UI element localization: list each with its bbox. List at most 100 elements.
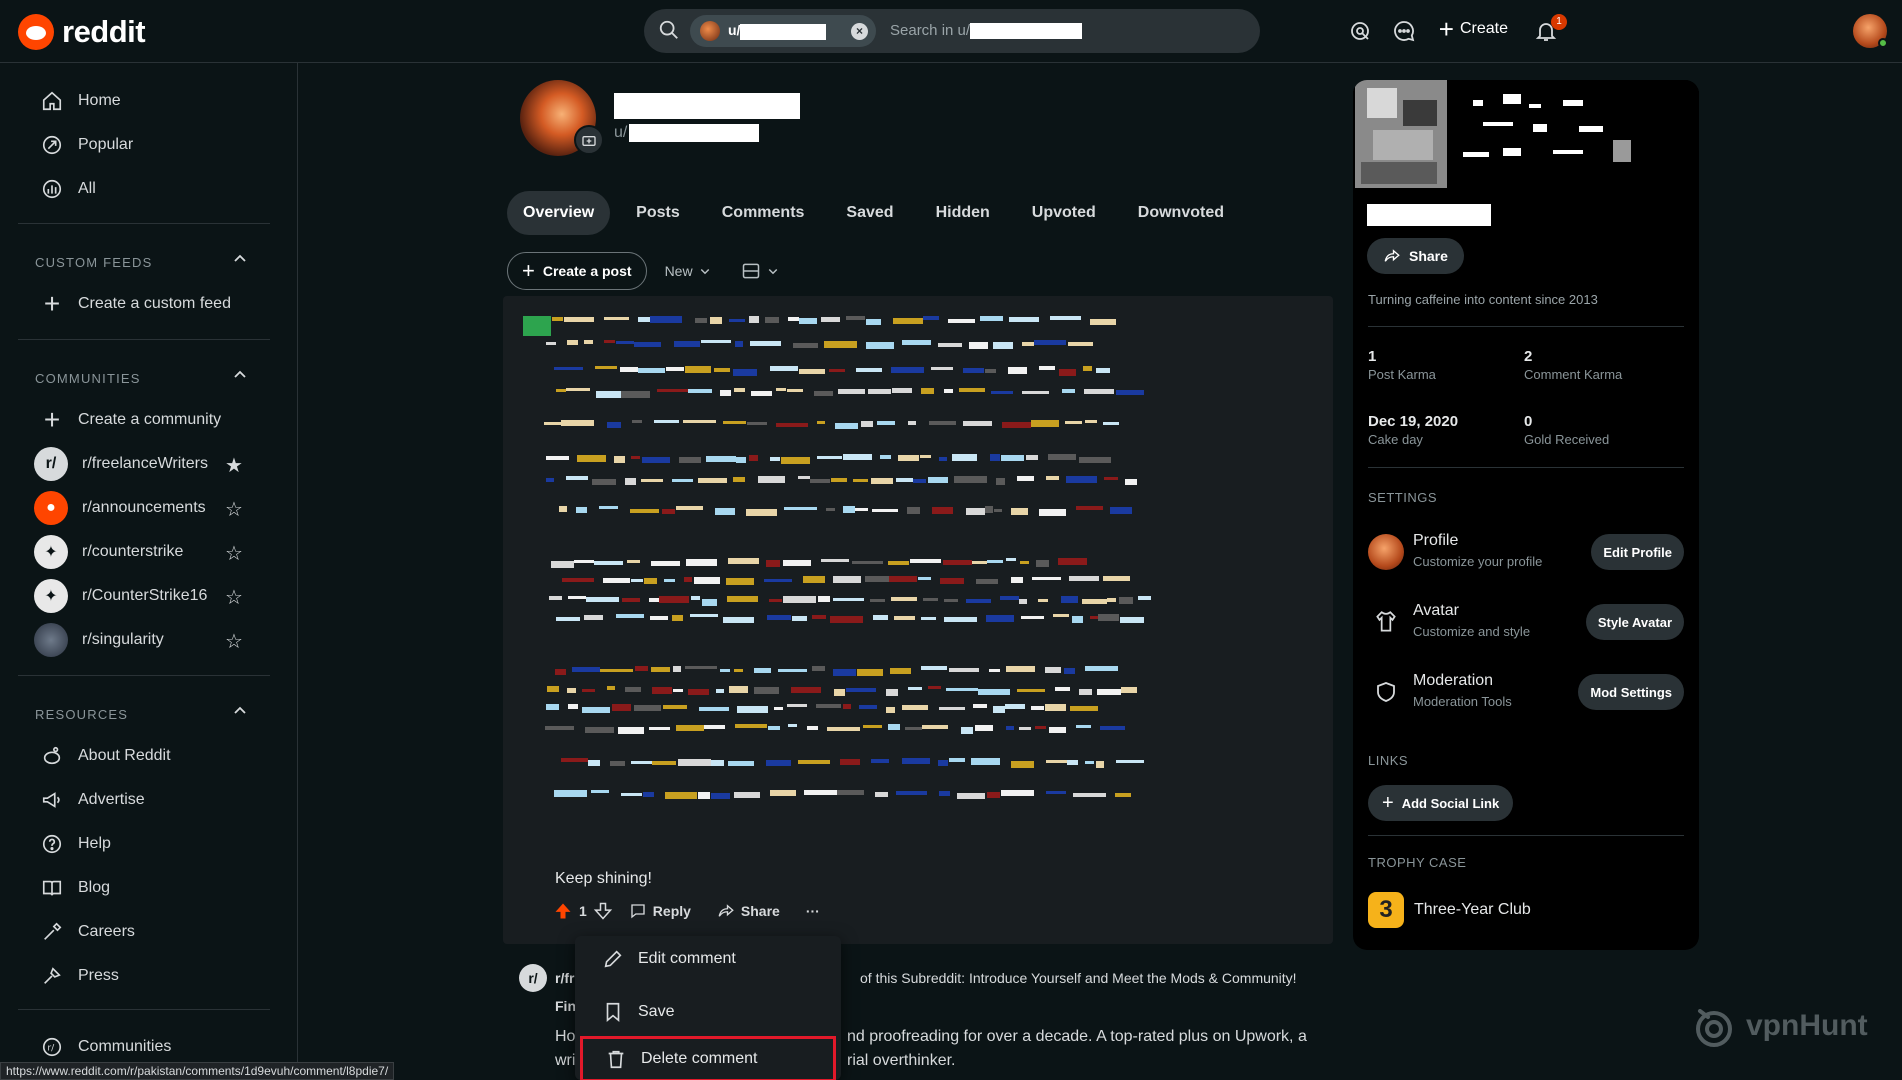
mod-settings-button[interactable]: Mod Settings [1578, 674, 1684, 710]
nav-popular[interactable]: Popular [40, 127, 270, 163]
nav-all[interactable]: All [40, 171, 270, 207]
redaction-stroke [1103, 422, 1119, 425]
upvote-filled-icon[interactable] [553, 901, 573, 921]
reddit-logo[interactable]: reddit [18, 14, 146, 50]
popular-icon [40, 133, 64, 157]
redaction-stroke [1125, 479, 1137, 485]
redaction-stroke [651, 667, 670, 672]
add-social-link-button[interactable]: + Add Social Link [1368, 785, 1514, 821]
trophy-item[interactable]: 3 Three-Year Club [1368, 892, 1531, 928]
resource-blog[interactable]: Blog [40, 870, 270, 906]
resource-careers[interactable]: Careers [40, 914, 270, 950]
create-community[interactable]: + Create a community [40, 402, 270, 438]
redaction-stroke [546, 478, 554, 482]
tab-upvoted[interactable]: Upvoted [1016, 191, 1112, 235]
redaction-stroke [631, 579, 643, 582]
chevron-up-icon[interactable] [232, 703, 248, 719]
advertise-icon [40, 788, 64, 812]
divider [1368, 467, 1684, 468]
tab-posts[interactable]: Posts [620, 191, 696, 235]
clear-scope-icon[interactable]: × [851, 23, 868, 40]
redaction-stroke [1120, 617, 1144, 623]
more-options-button[interactable]: ··· [796, 899, 830, 923]
redaction-stroke [1026, 455, 1038, 460]
redaction-stroke [770, 366, 798, 371]
redaction-stroke [679, 457, 701, 463]
advertise-icon[interactable] [1346, 17, 1374, 45]
user-avatar[interactable] [1853, 14, 1888, 48]
create-post-button[interactable]: + Create a post [507, 252, 647, 290]
communities-link[interactable]: r/ Communities [40, 1029, 270, 1065]
redaction-stroke [769, 599, 782, 602]
chat-icon[interactable] [1390, 17, 1418, 45]
post-subreddit[interactable]: r/fr [555, 970, 574, 986]
redaction-stroke [990, 454, 1000, 461]
profile-sidebar: Share Turning caffeine into content sinc… [1353, 80, 1699, 950]
redaction-stroke [972, 561, 987, 564]
svg-text:r/: r/ [47, 1043, 55, 1054]
sort-dropdown[interactable]: New [665, 263, 711, 279]
share-profile-button[interactable]: Share [1367, 238, 1464, 274]
redaction-stroke [676, 506, 703, 510]
redaction-stroke [852, 561, 883, 564]
star-filled-icon[interactable]: ★ [225, 453, 243, 478]
redaction-stroke [939, 791, 950, 796]
resource-advertise[interactable]: Advertise [40, 782, 270, 818]
redaction-stroke [1061, 596, 1078, 603]
redaction-stroke [1031, 706, 1044, 710]
share-button[interactable]: Share [707, 898, 790, 924]
redaction-stroke [729, 319, 745, 322]
chevron-up-icon[interactable] [232, 367, 248, 383]
redaction-stroke [991, 391, 1013, 394]
search-placeholder[interactable]: Search in u/ [890, 22, 1083, 39]
redaction-stroke [556, 617, 580, 621]
reply-button[interactable]: Reply [619, 898, 701, 924]
redaction-stroke [829, 369, 845, 372]
view-layout-dropdown[interactable] [741, 261, 779, 281]
tab-saved[interactable]: Saved [830, 191, 909, 235]
tab-comments[interactable]: Comments [706, 191, 821, 235]
redaction-stroke [961, 727, 973, 734]
tab-downvoted[interactable]: Downvoted [1122, 191, 1240, 235]
redaction-stroke [896, 478, 913, 482]
post-title[interactable]: of this Subreddit: Introduce Yourself an… [860, 970, 1297, 986]
comment-card[interactable]: Keep shining! 1 Reply Share ··· [503, 296, 1333, 944]
create-button[interactable]: + Create [1439, 16, 1508, 42]
redaction-stroke [1035, 726, 1046, 729]
redaction-stroke [574, 560, 594, 563]
chevron-up-icon[interactable] [232, 251, 248, 267]
redaction-stroke [880, 455, 891, 459]
resource-press[interactable]: Press [40, 958, 270, 994]
search-bar[interactable]: u/ × Search in u/ [644, 9, 1260, 53]
star-outline-icon[interactable]: ☆ [225, 585, 243, 610]
redaction-stroke [866, 319, 881, 325]
redaction-stroke [793, 343, 818, 348]
downvote-icon[interactable] [593, 901, 613, 921]
help-icon [40, 832, 64, 856]
tab-overview[interactable]: Overview [507, 191, 611, 235]
delete-comment-menu-item[interactable]: Delete comment [580, 1036, 836, 1080]
share-icon [1384, 249, 1400, 262]
redaction-stroke [1020, 561, 1029, 564]
resource-help[interactable]: Help [40, 826, 270, 862]
redaction-stroke [787, 389, 803, 392]
star-outline-icon[interactable]: ☆ [225, 541, 243, 566]
edit-comment-menu-item[interactable]: Edit comment [575, 936, 841, 982]
redaction-stroke [907, 507, 920, 514]
pencil-icon [604, 950, 622, 968]
star-outline-icon[interactable]: ☆ [225, 629, 243, 654]
edit-profile-button[interactable]: Edit Profile [1591, 534, 1684, 570]
comment-options-menu: Edit comment Save Delete comment [575, 936, 841, 1080]
create-custom-feed[interactable]: + Create a custom feed [40, 286, 270, 322]
save-menu-item[interactable]: Save [575, 989, 841, 1035]
style-avatar-button[interactable]: Style Avatar [1585, 604, 1684, 640]
redaction-stroke [940, 578, 964, 584]
avatar-edit-icon[interactable] [574, 125, 604, 155]
star-outline-icon[interactable]: ☆ [225, 497, 243, 522]
nav-home[interactable]: Home [40, 83, 270, 119]
redaction-stroke [746, 509, 777, 516]
tab-hidden[interactable]: Hidden [920, 191, 1006, 235]
redaction-stroke [810, 479, 830, 483]
resource-about[interactable]: About Reddit [40, 738, 270, 774]
search-scope-chip[interactable]: u/ × [690, 15, 876, 47]
